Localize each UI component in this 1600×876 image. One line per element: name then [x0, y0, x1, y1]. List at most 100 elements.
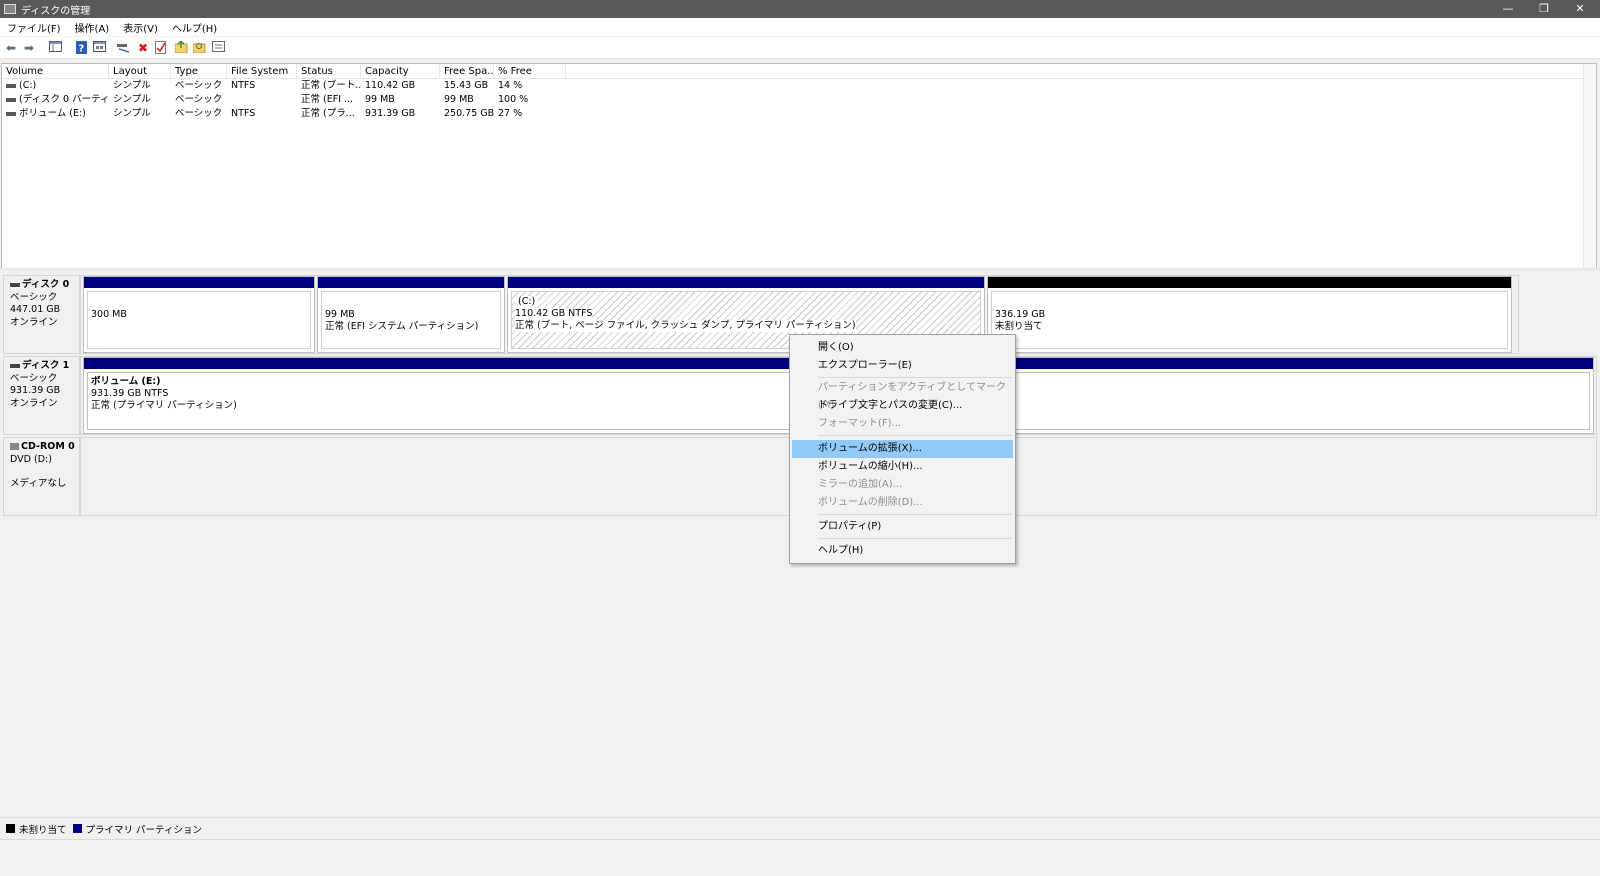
- primary-partition-bar: [508, 277, 984, 288]
- menu-separator: [818, 514, 1012, 515]
- menu-mark-active[interactable]: パーティションをアクティブとしてマーク(M): [792, 379, 1013, 411]
- menu-explorer[interactable]: エクスプローラー(E): [792, 357, 1013, 375]
- cell-free-space: 250.75 GB: [444, 108, 494, 119]
- menu-extend-volume[interactable]: ボリュームの拡張(X)...: [792, 440, 1013, 458]
- menu-format[interactable]: フォーマット(F)...: [792, 415, 1013, 433]
- cell-file-system: NTFS: [231, 108, 256, 119]
- disk-management-icon: [4, 4, 16, 14]
- menu-view[interactable]: 表示(V): [116, 20, 165, 35]
- column-volume[interactable]: Volume: [2, 64, 109, 79]
- partition-status: 正常 (EFI システム パーティション): [325, 321, 479, 332]
- cell-status: 正常 (プラ...: [301, 108, 355, 119]
- partition-size: 99 MB: [325, 309, 355, 320]
- connect-icon[interactable]: [116, 41, 130, 55]
- menu-change-drive-letter[interactable]: ドライブ文字とパスの変更(C)...: [792, 397, 1013, 415]
- disk-0-label[interactable]: ディスク 0 ベーシック 447.01 GB オンライン: [3, 275, 80, 354]
- svg-text:?: ?: [78, 44, 84, 55]
- legend-primary: プライマリ パーティション: [85, 824, 202, 836]
- disk-1-label[interactable]: ディスク 1 ベーシック 931.39 GB オンライン: [3, 356, 80, 435]
- cell-capacity: 110.42 GB: [365, 80, 416, 91]
- new-folder-icon[interactable]: [174, 40, 188, 55]
- cell-volume: (C:): [19, 80, 37, 91]
- cell-layout: シンプル: [113, 108, 151, 119]
- menu-bar: ファイル(F) 操作(A) 表示(V) ヘルプ(H): [0, 18, 1600, 36]
- volume-list-header: Volume Layout Type File System Status Ca…: [2, 64, 1596, 79]
- legend-bar: 未割り当て プライマリ パーティション: [0, 817, 1600, 839]
- menu-file[interactable]: ファイル(F): [0, 20, 68, 35]
- check-icon[interactable]: [154, 41, 168, 55]
- volume-list[interactable]: Volume Layout Type File System Status Ca…: [1, 63, 1597, 269]
- partition-unallocated[interactable]: 336.19 GB 未割り当て: [987, 276, 1512, 353]
- column-status[interactable]: Status: [297, 64, 361, 79]
- window-title: ディスクの管理: [21, 5, 91, 17]
- table-row[interactable]: (ディスク 0 パーティシ... シンプル ベーシック 正常 (EFI ... …: [2, 93, 1596, 107]
- disk-status: オンライン: [10, 397, 58, 409]
- menu-action[interactable]: 操作(A): [68, 20, 117, 35]
- menu-shrink-volume[interactable]: ボリュームの縮小(H)...: [792, 458, 1013, 476]
- delete-icon[interactable]: ✖: [136, 41, 150, 55]
- cell-percent-free: 100 %: [498, 94, 529, 105]
- disk-icon: [10, 363, 20, 368]
- disk-type: DVD (D:): [10, 453, 52, 465]
- cell-type: ベーシック: [175, 94, 223, 105]
- table-row[interactable]: ボリューム (E:) シンプル ベーシック NTFS 正常 (プラ... 931…: [2, 107, 1596, 121]
- properties-icon[interactable]: [92, 41, 106, 55]
- unallocated-bar: [988, 277, 1511, 288]
- title-bar: ディスクの管理 — ❐ ✕: [0, 0, 1600, 18]
- cell-layout: シンプル: [113, 80, 151, 91]
- cell-free-space: 99 MB: [444, 94, 474, 105]
- primary-swatch: [72, 824, 82, 833]
- menu-separator: [818, 377, 1012, 378]
- cdrom-0-label[interactable]: CD-ROM 0 DVD (D:) メディアなし: [3, 437, 80, 516]
- cell-status: 正常 (EFI ...: [301, 94, 354, 105]
- disk-icon: [10, 282, 20, 287]
- column-free-space[interactable]: Free Spa...: [440, 64, 494, 79]
- menu-add-mirror[interactable]: ミラーの追加(A)...: [792, 476, 1013, 494]
- disk-name: CD-ROM 0: [21, 441, 75, 452]
- status-bar: [0, 839, 1600, 876]
- partition-status: 未割り当て: [995, 321, 1043, 332]
- minimize-button[interactable]: —: [1490, 0, 1526, 18]
- menu-help[interactable]: ヘルプ(H): [792, 542, 1013, 560]
- disk-type: ベーシック: [10, 372, 58, 384]
- cell-percent-free: 27 %: [498, 108, 523, 119]
- column-capacity[interactable]: Capacity: [361, 64, 440, 79]
- cell-percent-free: 14 %: [498, 80, 523, 91]
- menu-properties[interactable]: プロパティ(P): [792, 518, 1013, 536]
- context-menu: 開く(O) エクスプローラー(E) パーティションをアクティブとしてマーク(M)…: [789, 334, 1016, 564]
- menu-delete-volume[interactable]: ボリュームの削除(D)...: [792, 494, 1013, 512]
- cell-type: ベーシック: [175, 108, 223, 119]
- partition-300mb[interactable]: 300 MB: [83, 276, 315, 353]
- legend-unallocated: 未割り当て: [19, 824, 67, 836]
- console-tree-icon[interactable]: [48, 41, 62, 55]
- menu-help[interactable]: ヘルプ(H): [165, 20, 224, 35]
- maximize-button[interactable]: ❐: [1526, 0, 1562, 18]
- disk-type: ベーシック: [10, 291, 58, 303]
- close-button[interactable]: ✕: [1562, 0, 1598, 18]
- cell-status: 正常 (ブート...: [301, 80, 361, 91]
- table-row[interactable]: (C:) シンプル ベーシック NTFS 正常 (ブート... 110.42 G…: [2, 79, 1596, 93]
- partition-status: 正常 (ブート, ページ ファイル, クラッシュ ダンプ, プライマリ パーティ…: [515, 320, 856, 332]
- primary-partition-bar: [318, 277, 504, 288]
- cell-file-system: [227, 93, 297, 107]
- vertical-scrollbar[interactable]: [1583, 64, 1596, 268]
- forward-icon[interactable]: ➡: [22, 41, 36, 55]
- back-icon[interactable]: ⬅: [4, 41, 18, 55]
- search-folder-icon[interactable]: [192, 41, 206, 55]
- view-icon[interactable]: [211, 41, 225, 55]
- menu-open[interactable]: 開く(O): [792, 339, 1013, 357]
- cell-capacity: 931.39 GB: [365, 108, 416, 119]
- column-type[interactable]: Type: [171, 64, 227, 79]
- cell-file-system: NTFS: [231, 80, 256, 91]
- volume-icon: [6, 111, 16, 116]
- help-icon[interactable]: ?: [74, 41, 88, 55]
- disk-name: ディスク 1: [22, 360, 70, 371]
- column-percent-free[interactable]: % Free: [494, 64, 566, 79]
- column-layout[interactable]: Layout: [109, 64, 171, 79]
- cell-free-space: 15.43 GB: [444, 80, 489, 91]
- cell-volume: (ディスク 0 パーティシ...: [19, 94, 109, 105]
- primary-partition-bar: [84, 277, 314, 288]
- column-file-system[interactable]: File System: [227, 64, 297, 79]
- partition-efi[interactable]: 99 MB 正常 (EFI システム パーティション): [317, 276, 505, 353]
- volume-icon: [6, 97, 16, 102]
